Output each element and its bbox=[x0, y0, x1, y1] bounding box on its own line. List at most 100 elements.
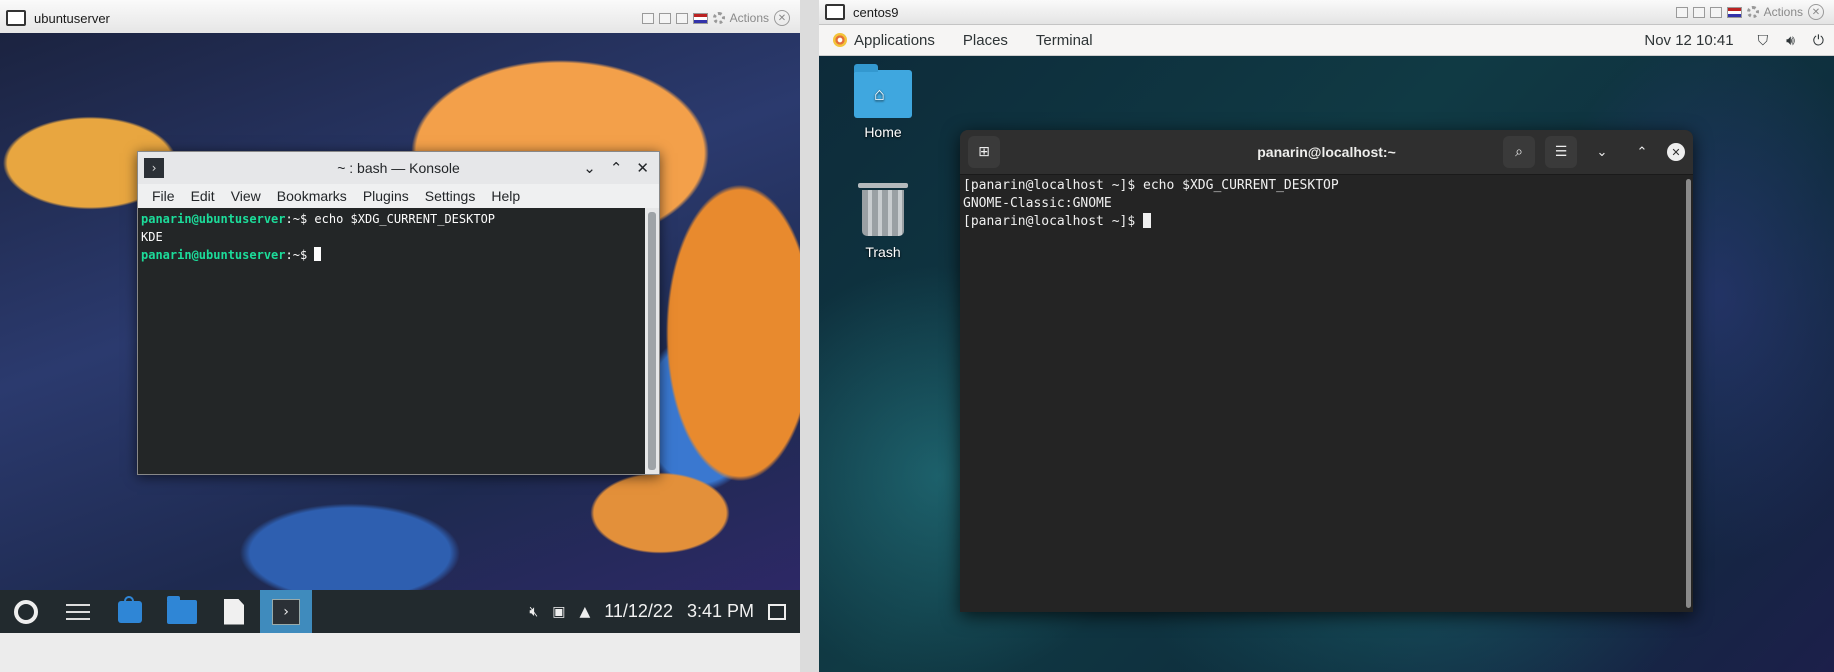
taskbar-time[interactable]: 3:41 PM bbox=[687, 601, 754, 622]
terminal-menu[interactable]: Terminal bbox=[1022, 32, 1107, 49]
konsole-terminal[interactable]: panarin@ubuntuserver:~$ echo $XDG_CURREN… bbox=[138, 208, 645, 474]
top-bar-clock[interactable]: Nov 12 10:41 bbox=[1644, 32, 1733, 49]
status-area[interactable]: ⛉ 🔊︎ ⏻ bbox=[1758, 32, 1834, 49]
vm-window-ubuntuserver: ubuntuserver Actions ✕ › ~ : bash — Kons… bbox=[0, 0, 800, 672]
konsole-titlebar[interactable]: › ~ : bash — Konsole ⌄ ⌃ ✕ bbox=[138, 152, 659, 184]
menu-edit[interactable]: Edit bbox=[183, 188, 223, 204]
terminal-line: panarin@ubuntuserver:~$ echo $XDG_CURREN… bbox=[141, 210, 642, 228]
system-settings-button[interactable] bbox=[52, 590, 104, 633]
applications-label: Applications bbox=[854, 31, 935, 49]
terminal-prompt: panarin@ubuntuserver bbox=[141, 248, 286, 262]
prompt-suffix: :~$ bbox=[285, 248, 315, 262]
konsole-task-button[interactable]: › bbox=[260, 590, 312, 633]
gnome-terminal-window: ⊞ panarin@localhost:~ ⌕ ☰ ⌄ ⌃ ✕ [panarin… bbox=[960, 130, 1693, 612]
security-shield-icon[interactable]: ⛉ bbox=[1758, 32, 1769, 49]
kde-launcher-icon bbox=[14, 599, 38, 624]
discover-icon bbox=[118, 595, 142, 623]
vm-keyboard-flag-icon[interactable] bbox=[692, 12, 708, 24]
terminal-line: panarin@ubuntuserver:~$ bbox=[141, 246, 642, 264]
vm-actions-gear-icon[interactable] bbox=[1746, 6, 1759, 18]
terminal-label: Terminal bbox=[1035, 31, 1093, 49]
volume-muted-icon[interactable]: 🔇︎ bbox=[529, 604, 538, 620]
terminal-headerbar[interactable]: ⊞ panarin@localhost:~ ⌕ ☰ ⌄ ⌃ ✕ bbox=[960, 130, 1693, 175]
volume-icon[interactable]: 🔊︎ bbox=[1786, 32, 1795, 49]
maximize-icon[interactable]: ⌃ bbox=[1627, 137, 1657, 167]
home-folder-icon: ⌂ bbox=[854, 64, 912, 118]
vm-actions-gear-icon[interactable] bbox=[712, 12, 725, 24]
close-icon[interactable]: ✕ bbox=[1667, 143, 1685, 161]
konsole-title: ~ : bash — Konsole bbox=[337, 160, 460, 176]
applications-icon bbox=[833, 33, 847, 47]
vm-actions-button[interactable]: Actions bbox=[730, 11, 769, 25]
show-desktop-icon[interactable] bbox=[768, 603, 786, 620]
vm-titlebar[interactable]: centos9 Actions ✕ bbox=[819, 0, 1834, 25]
places-menu[interactable]: Places bbox=[949, 32, 1022, 49]
chevron-up-icon[interactable]: ⌃ bbox=[610, 159, 623, 177]
text-editor-icon bbox=[224, 598, 244, 625]
chevron-down-icon[interactable]: ⌄ bbox=[583, 159, 596, 177]
menu-settings[interactable]: Settings bbox=[417, 188, 484, 204]
discover-button[interactable] bbox=[104, 590, 156, 633]
vm-display-icon bbox=[825, 4, 845, 20]
vm-fullscreen-icon[interactable] bbox=[675, 12, 688, 24]
vm-window-centos9: centos9 Actions ✕ Applications Places Te… bbox=[819, 0, 1834, 672]
menu-help[interactable]: Help bbox=[483, 188, 528, 204]
konsole-window: › ~ : bash — Konsole ⌄ ⌃ ✕ File Edit Vie… bbox=[137, 151, 660, 475]
search-icon[interactable]: ⌕ bbox=[1503, 136, 1535, 168]
tray-expand-icon[interactable]: ▲ bbox=[579, 604, 590, 620]
terminal-line: [panarin@localhost ~]$ bbox=[963, 213, 1680, 231]
konsole-menubar: File Edit View Bookmarks Plugins Setting… bbox=[138, 184, 659, 208]
vm-title: ubuntuserver bbox=[34, 10, 110, 26]
terminal-prompt: panarin@ubuntuserver bbox=[141, 212, 286, 226]
power-icon[interactable]: ⏻ bbox=[1813, 32, 1824, 49]
kde-taskbar: › 🔇︎ ▣ ▲ 11/12/22 3:41 PM bbox=[0, 590, 800, 633]
desktop-icon-trash[interactable]: Trash bbox=[843, 183, 923, 260]
close-icon[interactable]: ✕ bbox=[636, 159, 649, 177]
taskbar-date[interactable]: 11/12/22 bbox=[604, 601, 673, 622]
desktop-icon-home[interactable]: ⌂ Home bbox=[843, 64, 923, 140]
desktop-icon-label: Home bbox=[864, 124, 902, 140]
system-tray: 🔇︎ ▣ ▲ 11/12/22 3:41 PM bbox=[529, 601, 800, 622]
vm-keyboard-flag-icon[interactable] bbox=[1726, 6, 1742, 18]
hamburger-menu-icon[interactable]: ☰ bbox=[1545, 136, 1577, 168]
menu-bookmarks[interactable]: Bookmarks bbox=[269, 188, 355, 204]
text-editor-button[interactable] bbox=[208, 590, 260, 633]
terminal-prompt: [panarin@localhost ~]$ bbox=[963, 178, 1144, 193]
prompt-suffix: :~$ bbox=[285, 212, 315, 226]
dolphin-button[interactable] bbox=[156, 590, 208, 633]
vm-minimize-icon[interactable] bbox=[641, 12, 654, 24]
konsole-app-icon[interactable]: › bbox=[144, 158, 164, 178]
trash-icon bbox=[858, 183, 908, 236]
vm-display-icon bbox=[6, 10, 26, 26]
vm-close-icon[interactable]: ✕ bbox=[774, 10, 790, 26]
terminal-scrollbar[interactable] bbox=[1686, 179, 1691, 608]
terminal-command: echo $XDG_CURRENT_DESKTOP bbox=[314, 212, 496, 226]
vm-actions-button[interactable]: Actions bbox=[1764, 5, 1803, 19]
vm-close-icon[interactable]: ✕ bbox=[1808, 4, 1824, 20]
vm-controls: Actions ✕ bbox=[1675, 4, 1834, 20]
konsole-scrollbar[interactable] bbox=[645, 208, 659, 474]
terminal-content[interactable]: [panarin@localhost ~]$ echo $XDG_CURRENT… bbox=[960, 175, 1683, 612]
vm-restore-icon[interactable] bbox=[1692, 6, 1705, 18]
konsole-icon: › bbox=[272, 598, 300, 625]
vm-restore-icon[interactable] bbox=[658, 12, 671, 24]
menu-file[interactable]: File bbox=[144, 188, 183, 204]
vm-titlebar[interactable]: ubuntuserver Actions ✕ bbox=[0, 0, 800, 37]
vm-fullscreen-icon[interactable] bbox=[1709, 6, 1722, 18]
kde-launcher-button[interactable] bbox=[0, 590, 52, 633]
applications-menu[interactable]: Applications bbox=[819, 32, 949, 49]
terminal-line: [panarin@localhost ~]$ echo $XDG_CURRENT… bbox=[963, 177, 1680, 195]
network-icon[interactable]: ▣ bbox=[552, 604, 565, 620]
vm-minimize-icon[interactable] bbox=[1675, 6, 1688, 18]
menu-plugins[interactable]: Plugins bbox=[355, 188, 417, 204]
gnome-desktop[interactable]: ⌂ Home Trash ⊞ panarin@localhost:~ ⌕ ☰ ⌄… bbox=[819, 56, 1834, 672]
vm-title: centos9 bbox=[853, 4, 899, 20]
terminal-output: GNOME-Classic:GNOME bbox=[963, 196, 1112, 211]
kde-desktop[interactable]: › ~ : bash — Konsole ⌄ ⌃ ✕ File Edit Vie… bbox=[0, 33, 800, 633]
new-tab-icon[interactable]: ⊞ bbox=[968, 136, 1000, 168]
terminal-cursor bbox=[314, 247, 322, 261]
menu-view[interactable]: View bbox=[223, 188, 269, 204]
system-settings-icon bbox=[66, 603, 90, 620]
minimize-icon[interactable]: ⌄ bbox=[1587, 137, 1617, 167]
terminal-prompt: [panarin@localhost ~]$ bbox=[963, 214, 1144, 229]
